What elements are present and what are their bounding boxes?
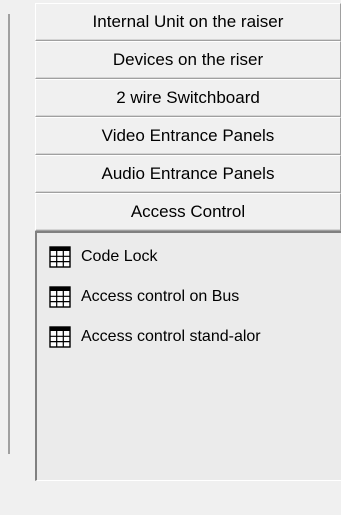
section-content-list: Code Lock Access control on Bus Access c… [35, 231, 341, 481]
grid-icon [49, 286, 71, 308]
list-item-label: Access control on Bus [81, 288, 240, 305]
section-button-audio-panels[interactable]: Audio Entrance Panels [35, 155, 341, 193]
grid-icon [49, 326, 71, 348]
section-button-internal-unit[interactable]: Internal Unit on the raiser [35, 3, 341, 41]
list-item-label: Access control stand-alor [81, 328, 261, 345]
list-item-code-lock[interactable]: Code Lock [49, 245, 158, 269]
section-button-switchboard[interactable]: 2 wire Switchboard [35, 79, 341, 117]
splitter-bar[interactable] [0, 0, 32, 515]
section-button-stack: Internal Unit on the raiser Devices on t… [35, 3, 341, 481]
section-button-access-control[interactable]: Access Control [35, 193, 341, 231]
list-item-access-control-standalone[interactable]: Access control stand-alor [49, 325, 261, 349]
list-item-label: Code Lock [81, 248, 158, 265]
splitter-line [8, 14, 10, 454]
section-button-video-panels[interactable]: Video Entrance Panels [35, 117, 341, 155]
outlook-bar-panel: Internal Unit on the raiser Devices on t… [32, 0, 341, 515]
list-item-access-control-bus[interactable]: Access control on Bus [49, 285, 239, 309]
outlook-bar-window: Internal Unit on the raiser Devices on t… [0, 0, 341, 515]
grid-icon [49, 246, 71, 268]
section-button-devices-riser[interactable]: Devices on the riser [35, 41, 341, 79]
